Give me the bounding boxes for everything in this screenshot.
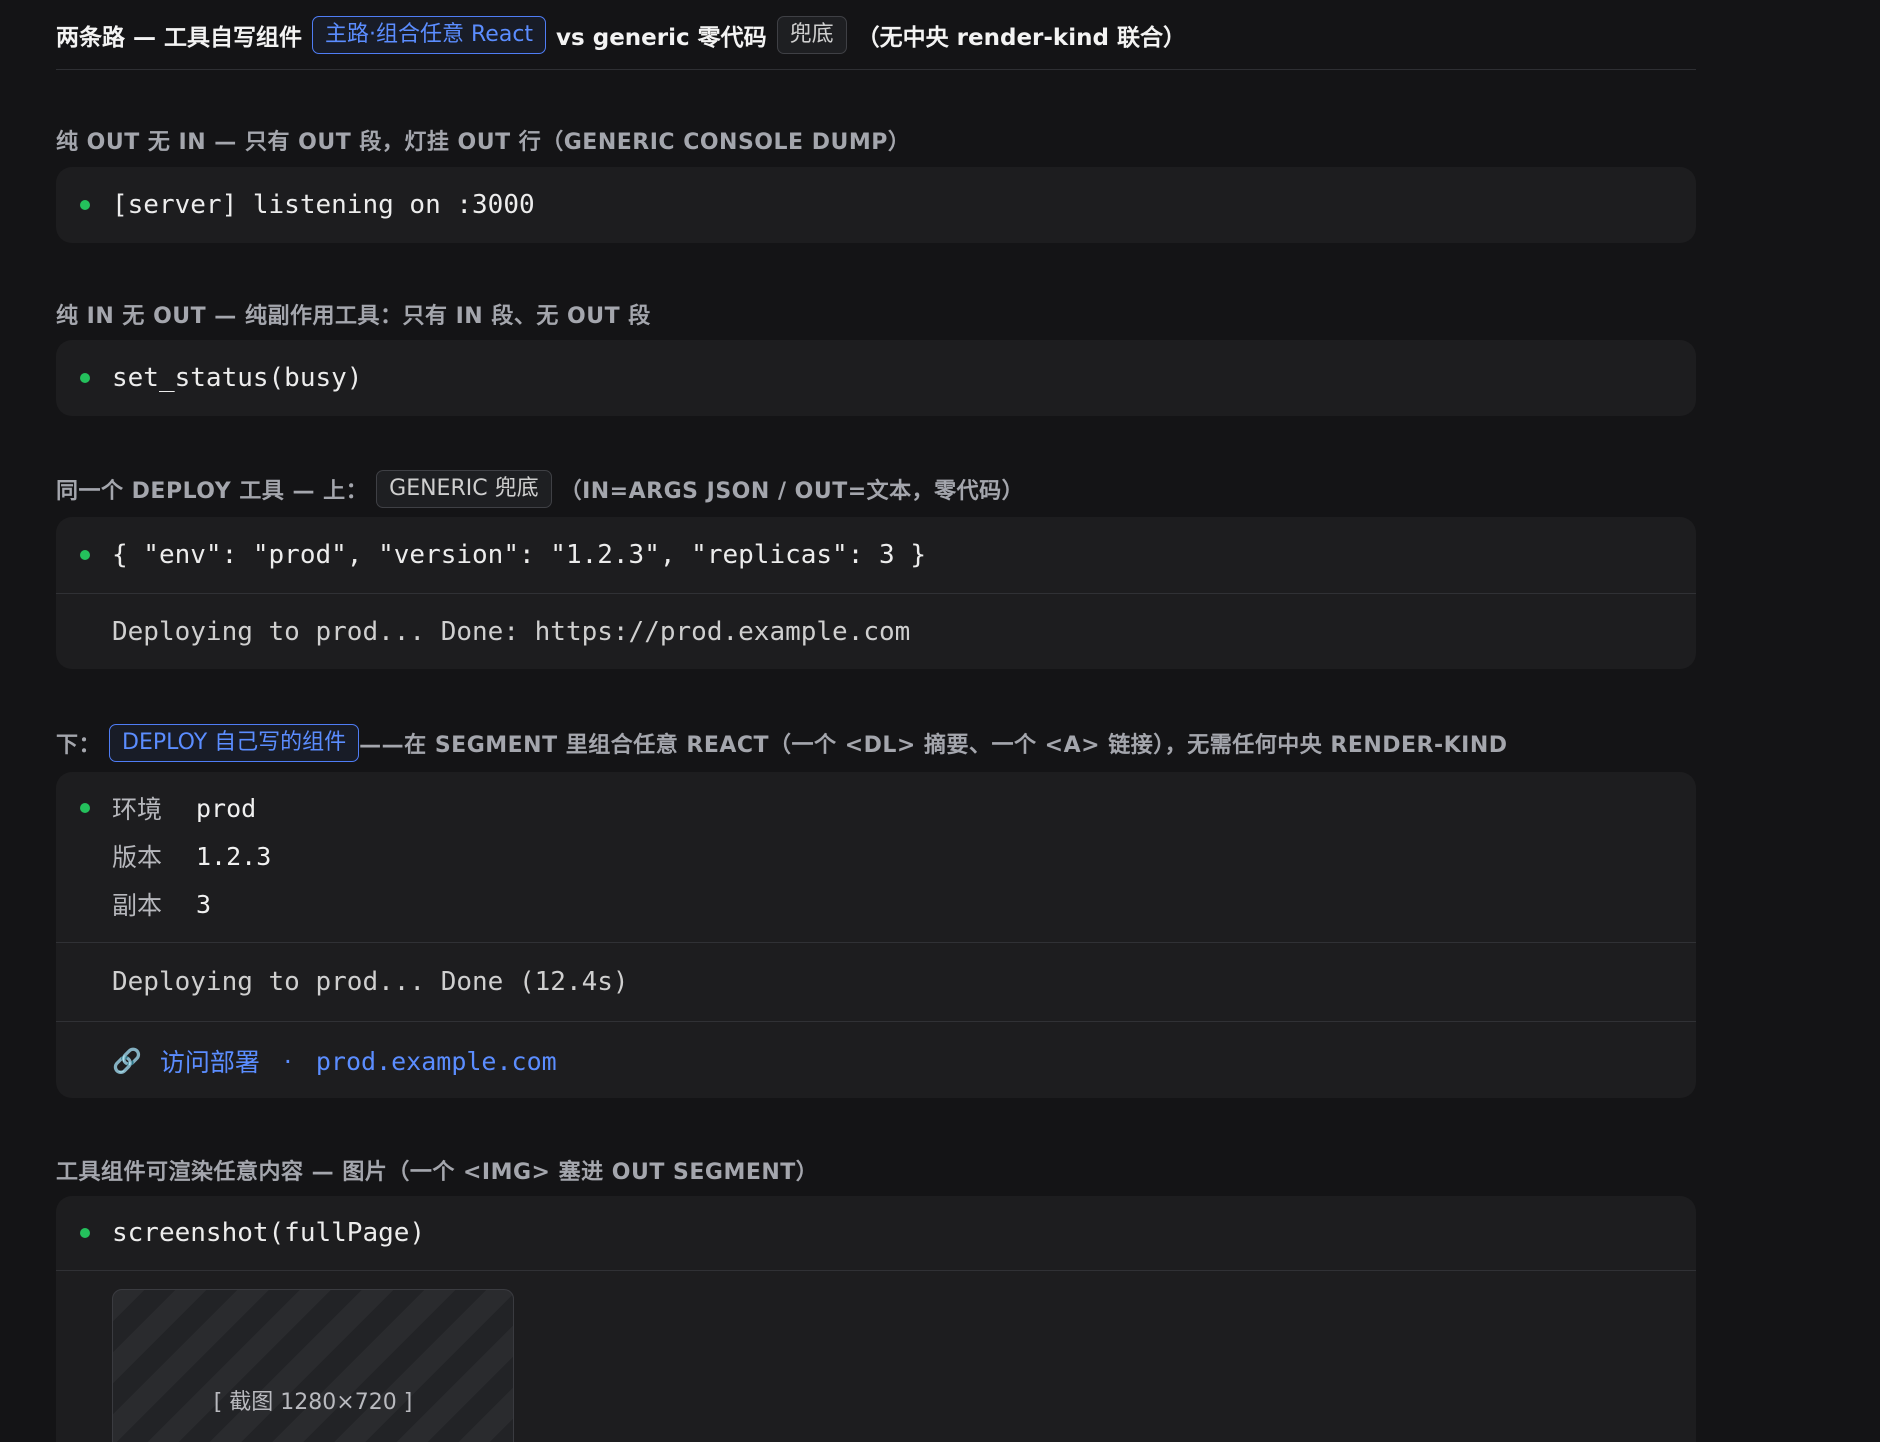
summary-key: 环境: [112, 795, 163, 824]
tool-rendering-demo-page: 两条路 — 工具自写组件 主路·组合任意 React vs generic 零代…: [0, 0, 1880, 1442]
section-label-generic: 同一个 DEPLOY 工具 — 上： GENERIC 兜底 （IN=ARGS J…: [56, 470, 1024, 508]
main-path-badge: 主路·组合任意 React: [312, 15, 547, 54]
out-segment-text: Deploying to prod... Done: https://prod.…: [56, 593, 1696, 669]
tool-card-screenshot: screenshot(fullPage) [ 截图 1280×720 ]: [56, 1196, 1696, 1442]
in-segment: set_status(busy): [56, 340, 1696, 416]
tool-call-line: set_status(busy): [112, 363, 363, 393]
visit-deployment-link[interactable]: 🔗 访问部署 · prod.example.com: [112, 1043, 557, 1079]
link-text: 访问部署: [159, 1048, 260, 1077]
header-suffix: （无中央 render-kind 联合）: [856, 24, 1186, 51]
tool-card-out-only: [server] listening on :3000: [56, 167, 1696, 243]
console-line: [server] listening on :3000: [112, 190, 535, 220]
args-json-line: { "env": "prod", "version": "1.2.3", "re…: [112, 540, 926, 570]
summary-row-env: 环境 prod: [112, 784, 256, 832]
section-label-image: 工具组件可渲染任意内容 — 图片（一个 <IMG> 塞进 OUT SEGMENT…: [56, 1154, 818, 1186]
summary-key: 副本: [112, 891, 163, 920]
status-dot-icon: [80, 803, 90, 813]
summary-row-version: 版本 1.2.3: [112, 832, 271, 880]
fallback-badge: 兜底: [776, 15, 847, 54]
status-dot-icon: [80, 550, 90, 560]
status-dot-icon: [80, 1228, 90, 1238]
custom-component-badge: DEPLOY 自己写的组件: [109, 724, 360, 762]
summary-value: 3: [196, 889, 212, 919]
image-placeholder-label: [ 截图 1280×720 ]: [213, 1390, 413, 1415]
chain-link-icon: 🔗: [112, 1047, 142, 1075]
section-label-out-only-text: 纯 OUT 无 IN — 只有 OUT 段，灯挂 OUT 行（GENERIC C…: [56, 130, 911, 155]
tool-card-generic-deploy: { "env": "prod", "version": "1.2.3", "re…: [56, 517, 1696, 669]
summary-key: 版本: [112, 843, 163, 872]
out-segment-link: 🔗 访问部署 · prod.example.com: [56, 1021, 1696, 1098]
section-label-in-only: 纯 IN 无 OUT — 纯副作用工具：只有 IN 段、无 OUT 段: [56, 298, 651, 330]
deploy-log-line: Deploying to prod... Done (12.4s): [112, 967, 629, 997]
deploy-output-line: Deploying to prod... Done: https://prod.…: [112, 617, 911, 647]
out-segment: [server] listening on :3000: [56, 167, 1696, 243]
section-label-generic-prefix: 同一个 DEPLOY 工具 — 上：: [56, 479, 369, 504]
summary-value: prod: [196, 793, 257, 823]
tool-card-in-only: set_status(busy): [56, 340, 1696, 416]
in-segment-summary: 环境 prod 版本 1.2.3 副本 3: [56, 772, 1696, 942]
out-segment-log: Deploying to prod... Done (12.4s): [56, 942, 1696, 1021]
screenshot-image-placeholder: [ 截图 1280×720 ]: [112, 1289, 514, 1442]
out-segment-image: [ 截图 1280×720 ]: [56, 1270, 1696, 1442]
page-header: 两条路 — 工具自写组件 主路·组合任意 React vs generic 零代…: [56, 0, 1696, 70]
section-label-custom: 下： DEPLOY 自己写的组件 ——在 SEGMENT 里组合任意 REACT…: [56, 724, 1508, 762]
section-label-in-only-text: 纯 IN 无 OUT — 纯副作用工具：只有 IN 段、无 OUT 段: [56, 304, 651, 329]
status-dot-icon: [80, 373, 90, 383]
section-label-custom-suffix: ——在 SEGMENT 里组合任意 REACT（一个 <DL> 摘要、一个 <A…: [359, 733, 1508, 758]
tool-card-custom-deploy: 环境 prod 版本 1.2.3 副本 3 Deploying to prod.…: [56, 772, 1696, 1098]
screenshot-call-line: screenshot(fullPage): [112, 1218, 426, 1248]
link-host: prod.example.com: [315, 1046, 557, 1076]
in-segment-args-json: { "env": "prod", "version": "1.2.3", "re…: [56, 517, 1696, 593]
content-column: 两条路 — 工具自写组件 主路·组合任意 React vs generic 零代…: [56, 0, 1696, 1442]
status-dot-icon: [80, 200, 90, 210]
header-vs-text: vs generic 零代码: [556, 24, 767, 51]
generic-fallback-badge: GENERIC 兜底: [376, 470, 552, 508]
section-label-out-only: 纯 OUT 无 IN — 只有 OUT 段，灯挂 OUT 行（GENERIC C…: [56, 124, 910, 156]
summary-row-replicas: 副本 3: [112, 880, 211, 928]
section-label-image-text: 工具组件可渲染任意内容 — 图片（一个 <IMG> 塞进 OUT SEGMENT…: [56, 1160, 819, 1185]
header-title: 两条路 — 工具自写组件: [56, 24, 303, 51]
link-separator: ·: [283, 1046, 292, 1076]
summary-value: 1.2.3: [196, 841, 272, 871]
in-segment-screenshot: screenshot(fullPage): [56, 1196, 1696, 1270]
section-label-generic-suffix: （IN=ARGS JSON / OUT=文本，零代码）: [559, 479, 1025, 504]
section-label-custom-prefix: 下：: [56, 733, 102, 758]
